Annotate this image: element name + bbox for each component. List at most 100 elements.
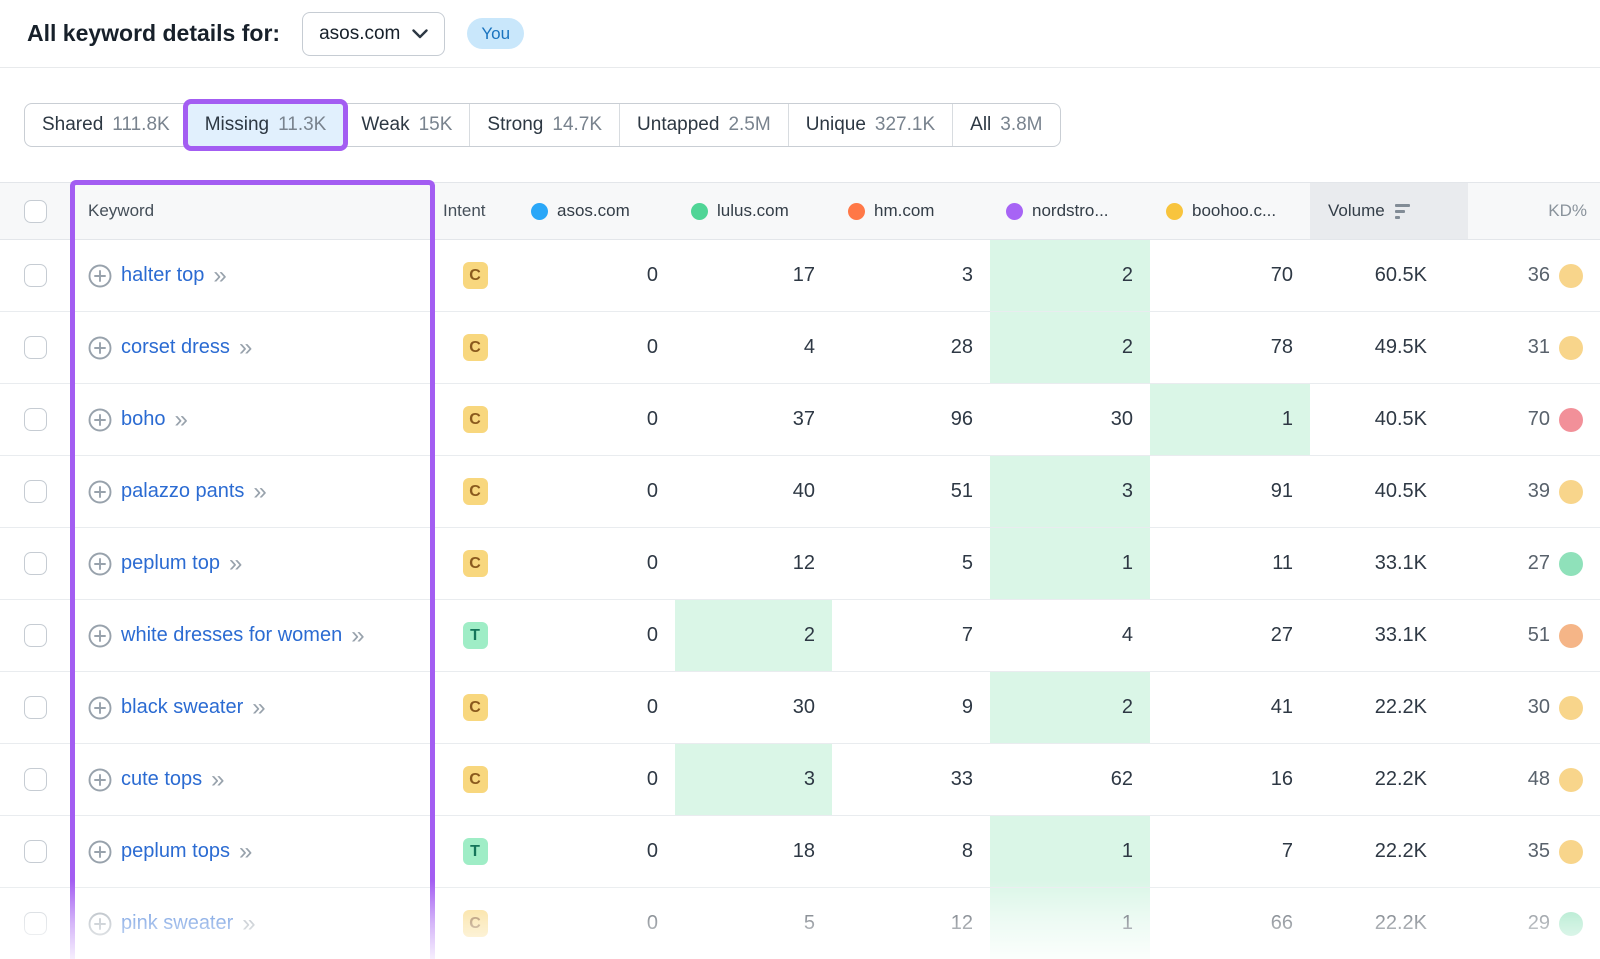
expand-plus-icon[interactable] [88,264,112,288]
volume-value: 40.5K [1310,456,1468,527]
keyword-link[interactable]: palazzo pants [121,480,244,503]
volume-value: 49.5K [1310,312,1468,383]
hm-value: 51 [832,456,990,527]
expand-plus-icon[interactable] [88,552,112,576]
volume-value: 40.5K [1310,384,1468,455]
volume-value: 60.5K [1310,240,1468,311]
keyword-link[interactable]: black sweater [121,696,243,719]
asos-value: 0 [515,672,675,743]
expand-plus-icon[interactable] [88,408,112,432]
tab-shared[interactable]: Shared 111.8K [25,104,187,146]
column-header-volume[interactable]: Volume [1310,183,1468,239]
tab-all[interactable]: All 3.8M [952,104,1059,146]
nordstrom-value: 62 [990,744,1150,815]
expand-plus-icon[interactable] [88,624,112,648]
keyword-link[interactable]: white dresses for women [121,624,342,647]
expand-plus-icon[interactable] [88,480,112,504]
column-header-boohoo[interactable]: boohoo.c... [1150,183,1310,239]
keyword-link[interactable]: corset dress [121,336,230,359]
kd-value: 35 [1528,840,1550,863]
kd-dot [1559,408,1583,432]
topbar: All keyword details for: asos.com You [0,0,1600,68]
column-header-nordstrom[interactable]: nordstro... [990,183,1150,239]
asos-value: 0 [515,888,675,959]
intent-badge: C [463,910,488,937]
keyword-link[interactable]: boho [121,408,166,431]
select-all-checkbox[interactable] [24,200,47,223]
lulus-value: 2 [675,600,832,671]
double-chevron-icon[interactable]: » [239,336,252,360]
double-chevron-icon[interactable]: » [252,696,265,720]
keyword-link[interactable]: peplum tops [121,840,230,863]
tab-untapped[interactable]: Untapped 2.5M [619,104,788,146]
double-chevron-icon[interactable]: » [253,480,266,504]
you-badge: You [467,18,524,49]
expand-plus-icon[interactable] [88,768,112,792]
kd-value: 39 [1528,480,1550,503]
asos-value: 0 [515,384,675,455]
expand-plus-icon[interactable] [88,696,112,720]
tab-unique[interactable]: Unique 327.1K [788,104,952,146]
double-chevron-icon[interactable]: » [242,912,255,936]
table-row: pink sweater » C 0 5 12 1 66 22.2K 29 [0,888,1600,959]
row-checkbox[interactable] [24,696,47,719]
table-header-row: Keyword Intent asos.com lulus.com hm.com… [0,182,1600,240]
row-checkbox[interactable] [24,768,47,791]
double-chevron-icon[interactable]: » [213,264,226,288]
column-header-keyword: Keyword [70,183,435,239]
hm-value: 33 [832,744,990,815]
tab-strong[interactable]: Strong 14.7K [469,104,619,146]
asos-value: 0 [515,744,675,815]
nordstrom-dot-icon [1006,203,1023,220]
row-checkbox[interactable] [24,624,47,647]
lulus-value: 3 [675,744,832,815]
expand-plus-icon[interactable] [88,840,112,864]
tab-weak[interactable]: Weak 15K [343,104,469,146]
nordstrom-value: 1 [990,816,1150,887]
hm-value: 28 [832,312,990,383]
column-header-kd[interactable]: KD% [1468,183,1600,239]
column-header-asos[interactable]: asos.com [515,183,675,239]
keyword-link[interactable]: peplum top [121,552,220,575]
double-chevron-icon[interactable]: » [239,840,252,864]
row-checkbox[interactable] [24,840,47,863]
expand-plus-icon[interactable] [88,912,112,936]
double-chevron-icon[interactable]: » [229,552,242,576]
kd-value: 31 [1528,336,1550,359]
expand-plus-icon[interactable] [88,336,112,360]
kd-dot [1559,840,1583,864]
tab-bar: Shared 111.8K Missing 11.3K Weak 15K Str… [24,103,1061,147]
boohoo-value: 41 [1150,672,1310,743]
table-row: corset dress » C 0 4 28 2 78 49.5K 31 [0,312,1600,384]
asos-dot-icon [531,203,548,220]
row-checkbox[interactable] [24,264,47,287]
kd-value: 36 [1528,264,1550,287]
column-header-lulus[interactable]: lulus.com [675,183,832,239]
table-row: white dresses for women » T 0 2 7 4 27 3… [0,600,1600,672]
row-checkbox[interactable] [24,912,47,935]
keyword-table: Keyword Intent asos.com lulus.com hm.com… [0,182,1600,959]
domain-selector-dropdown[interactable]: asos.com [302,12,445,56]
boohoo-dot-icon [1166,203,1183,220]
boohoo-value: 7 [1150,816,1310,887]
double-chevron-icon[interactable]: » [175,408,188,432]
tab-missing[interactable]: Missing 11.3K [187,104,344,146]
row-checkbox[interactable] [24,552,47,575]
table-row: peplum top » C 0 12 5 1 11 33.1K 27 [0,528,1600,600]
row-checkbox[interactable] [24,480,47,503]
row-checkbox[interactable] [24,336,47,359]
table-row: black sweater » C 0 30 9 2 41 22.2K 30 [0,672,1600,744]
lulus-value: 5 [675,888,832,959]
chevron-down-icon [412,29,428,39]
nordstrom-value: 2 [990,672,1150,743]
row-checkbox[interactable] [24,408,47,431]
intent-badge: C [463,766,488,793]
keyword-link[interactable]: halter top [121,264,204,287]
double-chevron-icon[interactable]: » [211,768,224,792]
keyword-link[interactable]: cute tops [121,768,202,791]
nordstrom-value: 30 [990,384,1150,455]
asos-value: 0 [515,240,675,311]
double-chevron-icon[interactable]: » [351,624,364,648]
column-header-hm[interactable]: hm.com [832,183,990,239]
keyword-link[interactable]: pink sweater [121,912,233,935]
